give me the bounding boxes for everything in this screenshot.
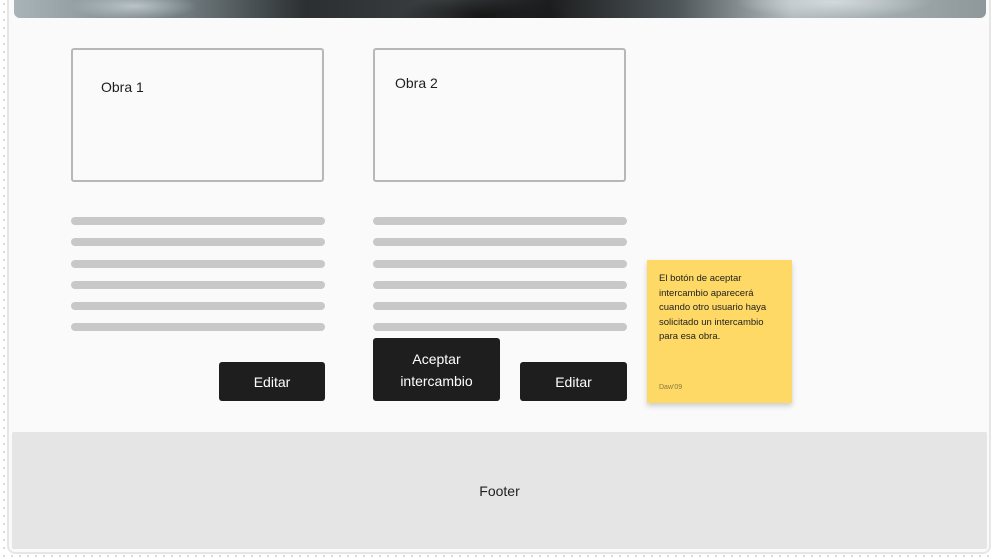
obra-2-text-line — [373, 281, 627, 289]
obra-1-edit-button[interactable]: Editar — [219, 362, 325, 401]
footer-label: Footer — [479, 482, 520, 499]
obra-1-text-line — [71, 238, 325, 246]
obra-1-title: Obra 1 — [101, 79, 144, 95]
obra-2-image-placeholder — [373, 48, 626, 182]
footer: Footer — [12, 432, 987, 549]
sticky-note: El botón de aceptar intercambio aparecer… — [647, 260, 792, 403]
obra-2-text-line — [373, 302, 627, 310]
obra-1-text-line — [71, 217, 325, 225]
hero-image — [14, 0, 986, 18]
obra-2-title: Obra 2 — [395, 75, 438, 91]
obra-2-edit-button[interactable]: Editar — [520, 362, 627, 401]
canvas: Obra 1 Editar Obra 2 Aceptar intercambio… — [0, 0, 994, 558]
obra-1-text-line — [71, 302, 325, 310]
obra-1-text-line — [71, 260, 325, 268]
obra-1-text-line — [71, 323, 325, 331]
obra-2-text-line — [373, 260, 627, 268]
obra-1-text-line — [71, 281, 325, 289]
obra-2-text-line — [373, 238, 627, 246]
sticky-note-author: Daw'09 — [659, 384, 683, 391]
obra-2-text-line — [373, 217, 627, 225]
obra-1-image-placeholder — [71, 48, 324, 182]
sticky-note-text: El botón de aceptar intercambio aparecer… — [659, 273, 767, 342]
obra-2-text-line — [373, 323, 627, 331]
obra-2-accept-exchange-button[interactable]: Aceptar intercambio — [373, 338, 500, 401]
